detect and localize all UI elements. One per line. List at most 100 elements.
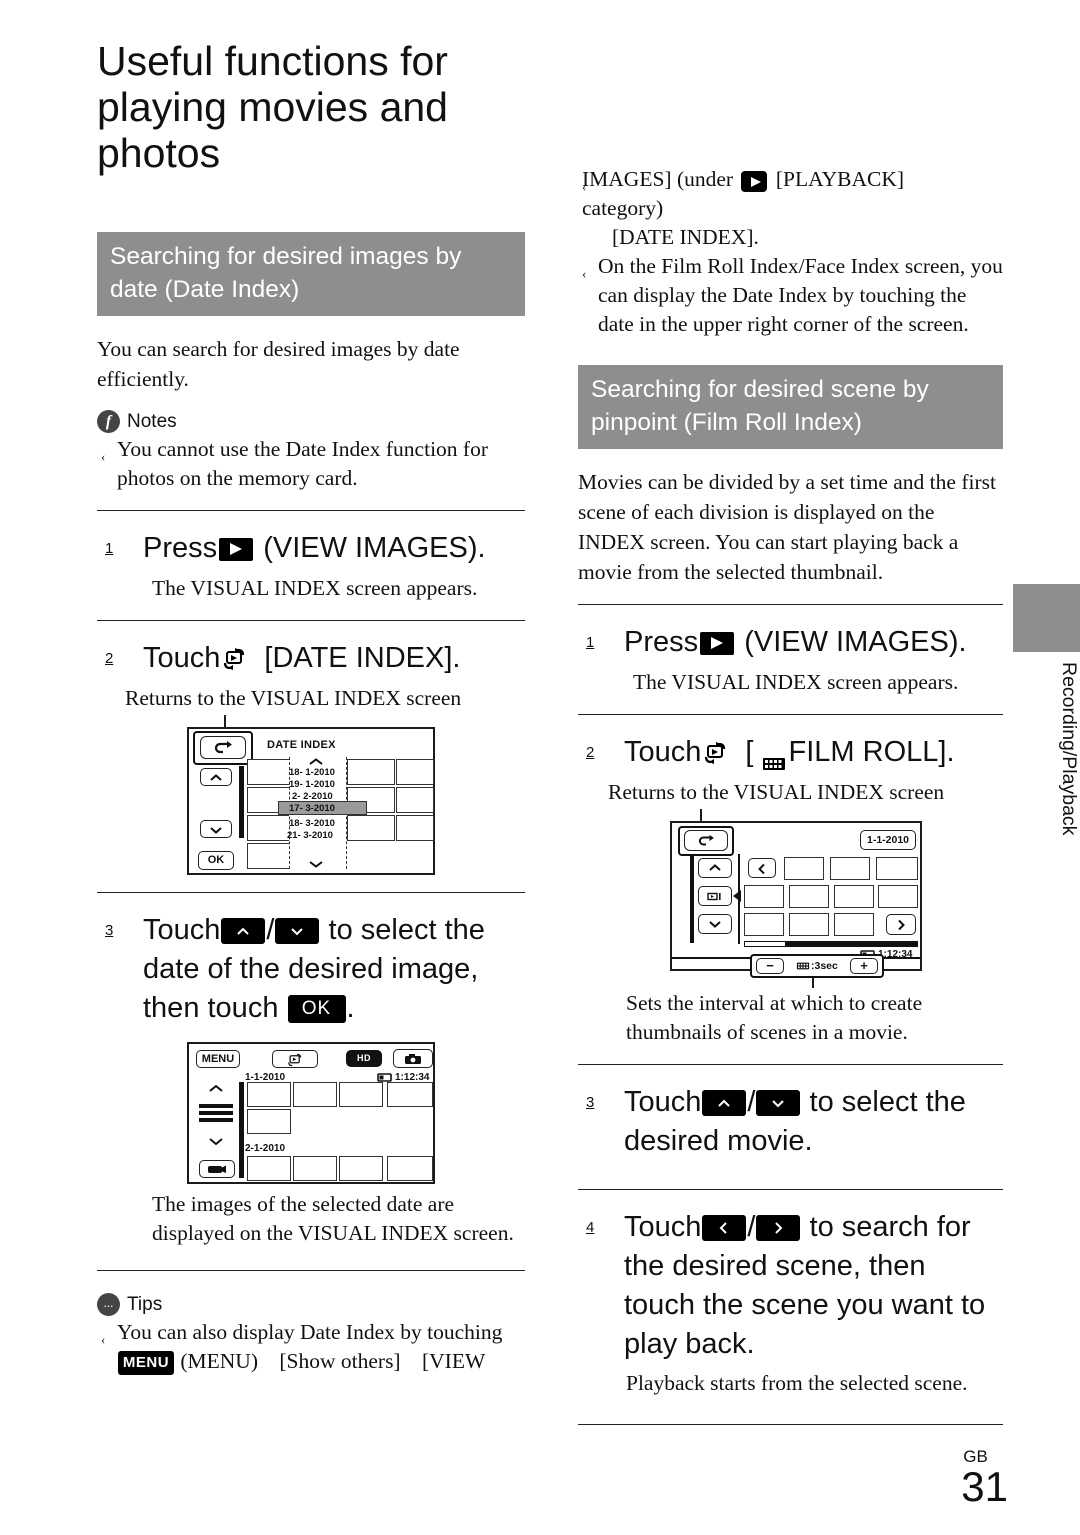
date-list-item[interactable]: 18- 3-2010	[289, 818, 335, 829]
thumbnail[interactable]	[247, 1109, 291, 1134]
step-verb: Touch	[624, 736, 702, 768]
film-roll-diagram: 1-1-2010 1:12:34 −:3sec +	[670, 809, 922, 988]
thumbnail[interactable]	[247, 843, 295, 869]
prev-chevron-icon[interactable]	[748, 858, 776, 878]
camera-icon[interactable]	[393, 1049, 433, 1068]
interval-plus-button[interactable]: +	[850, 958, 878, 974]
visual-index-diagram: MENU HD 1-1-2010 1:12:34 2-1-2010	[187, 1042, 435, 1184]
step-verb: Touch	[624, 1211, 702, 1243]
step-text: Press (VIEW IMAGES).	[143, 529, 486, 568]
thumbnail[interactable]	[347, 815, 395, 841]
scrollbar[interactable]	[239, 1082, 244, 1178]
continued-text-a: IMAGES] (under	[582, 167, 734, 191]
date-list-item[interactable]: 18- 1-2010	[289, 767, 335, 778]
thumbnail[interactable]	[387, 1156, 433, 1181]
step-verb: Touch	[143, 914, 221, 946]
left-chevron-key[interactable]	[702, 1215, 747, 1242]
thumbnail[interactable]	[293, 1156, 337, 1181]
step-1-press-view-images: 1 Press (VIEW IMAGES). The VISUAL INDEX …	[97, 529, 525, 603]
tips-item: You can also display Date Index by touch…	[97, 1318, 525, 1376]
section-heading-film-roll: Searching for desired scene by pinpoint …	[578, 365, 1003, 449]
tips-trail: (MENU)	[180, 1349, 258, 1373]
list-up-chevron-icon	[309, 758, 323, 765]
date-index-screen: DATE INDEX OK 18- 1-2010 19- 1-2010 2- 2…	[187, 727, 435, 875]
divider	[97, 892, 525, 893]
down-chevron-icon[interactable]	[698, 914, 732, 934]
step-number: 1	[105, 540, 114, 557]
thumbnail[interactable]	[247, 1156, 291, 1181]
tips-header: ... Tips	[97, 1293, 525, 1316]
touch-loop-icon[interactable]	[272, 1050, 318, 1068]
thumbnail[interactable]	[789, 913, 829, 936]
down-chevron-icon[interactable]	[200, 820, 232, 838]
scrollbar[interactable]	[690, 855, 694, 943]
thumbnail[interactable]	[293, 1082, 337, 1107]
step-tail: FILM ROLL].	[788, 736, 955, 768]
movie-marker-icon[interactable]	[698, 886, 732, 906]
thumbnail[interactable]	[247, 1082, 291, 1107]
back-arrow-icon[interactable]	[200, 736, 246, 759]
ok-button[interactable]: OK	[198, 851, 234, 870]
step-number: 1	[586, 634, 595, 651]
divider	[578, 714, 1003, 715]
step-text: Touch / to select the desired movie.	[624, 1083, 1003, 1161]
thumbnail[interactable]	[744, 885, 784, 908]
thumbnail[interactable]	[789, 885, 829, 908]
thumbnail[interactable]	[387, 1082, 433, 1107]
step-number: 2	[105, 650, 114, 667]
interval-minus-button[interactable]: −	[756, 958, 784, 974]
page-footer: GB 31	[961, 1448, 1008, 1509]
thumbnail[interactable]	[396, 815, 434, 841]
thumbnail[interactable]	[744, 913, 784, 936]
manual-page: Useful functions for playing movies and …	[0, 0, 1080, 1535]
movie-mode-icon[interactable]	[199, 1160, 235, 1178]
date-list-item-selected[interactable]: 17- 3-2010	[289, 803, 335, 814]
ok-key[interactable]: OK	[287, 995, 346, 1024]
step-tail: (VIEW IMAGES).	[744, 626, 967, 658]
scrollbar[interactable]	[239, 766, 244, 838]
up-chevron-key[interactable]	[702, 1090, 747, 1117]
callout-leader-line	[812, 978, 814, 988]
tips-badge-icon: ...	[97, 1293, 120, 1316]
right-chevron-key[interactable]	[756, 1215, 801, 1242]
slash: /	[266, 914, 275, 946]
back-arrow-icon[interactable]	[684, 830, 728, 851]
thumbnail[interactable]	[339, 1082, 383, 1107]
date-list-item[interactable]: 19- 1-2010	[289, 779, 335, 790]
down-chevron-key[interactable]	[756, 1090, 801, 1117]
thumbnail[interactable]	[339, 1156, 383, 1181]
thumbnail[interactable]	[396, 787, 434, 813]
up-chevron-key[interactable]	[221, 918, 266, 945]
view-images-button-icon	[700, 631, 735, 655]
step-3-select-date: 3 Touch / to select the date of the desi…	[97, 911, 525, 1248]
thumbnail[interactable]	[396, 759, 434, 785]
notes-item: You cannot use the Date Index function f…	[97, 435, 525, 493]
date-list-item[interactable]: 21- 3-2010	[287, 830, 333, 841]
menu-key[interactable]: MENU	[118, 1351, 174, 1376]
up-chevron-icon[interactable]	[698, 858, 732, 878]
index-date-2[interactable]: 2-1-2010	[245, 1143, 285, 1154]
thumbnail[interactable]	[784, 857, 824, 880]
up-chevron-icon[interactable]	[200, 768, 232, 786]
step-text: Touch / to select the date of the desire…	[143, 911, 525, 1028]
side-tab-block	[1013, 584, 1080, 652]
thumbnail[interactable]	[878, 885, 918, 908]
step-result: The VISUAL INDEX screen appears.	[633, 670, 959, 694]
diagram-callout: Returns to the VISUAL INDEX screen	[608, 780, 945, 804]
next-chevron-icon[interactable]	[886, 914, 916, 935]
film-roll-date[interactable]: 1-1-2010	[860, 830, 916, 850]
tips-item-film-roll: On the Film Roll Index/Face Index screen…	[578, 252, 1003, 339]
step-number: 3	[586, 1094, 595, 1111]
thumbnail[interactable]	[876, 857, 918, 880]
thumbnail[interactable]	[347, 759, 395, 785]
down-chevron-key[interactable]	[275, 918, 320, 945]
thumbnail[interactable]	[834, 913, 874, 936]
left-column: Searching for desired images by date (Da…	[97, 232, 525, 1380]
step-result: Playback starts from the selected scene.	[626, 1371, 968, 1395]
step-tail: [DATE INDEX].	[264, 642, 461, 674]
thumbnail[interactable]	[830, 857, 870, 880]
menu-button[interactable]: MENU	[196, 1050, 240, 1068]
step-text: Touch [FILM ROLL].	[624, 733, 955, 772]
thumbnail[interactable]	[834, 885, 874, 908]
thumbnail[interactable]	[247, 759, 295, 785]
